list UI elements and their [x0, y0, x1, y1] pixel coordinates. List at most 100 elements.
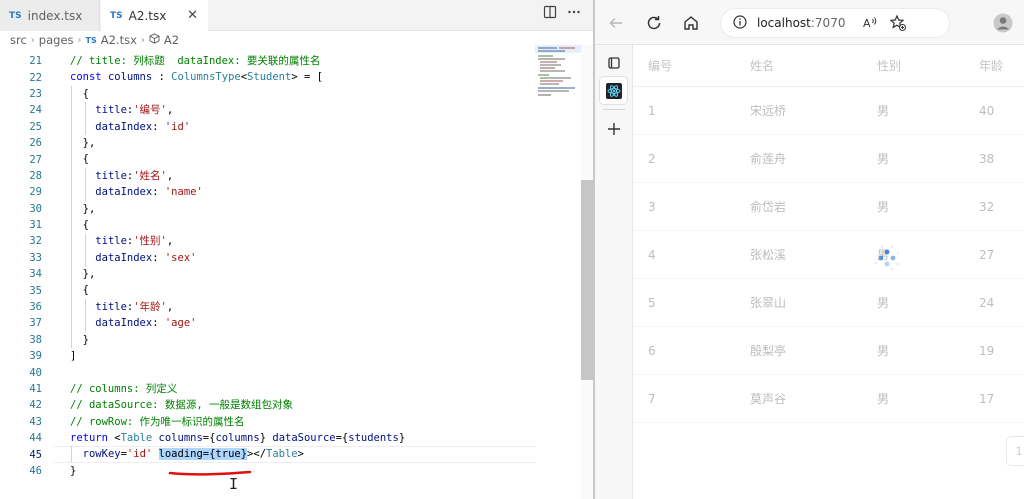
code-text[interactable]: dataIndex: 'age' [70, 315, 196, 331]
code-line[interactable]: 44 return <Table columns={columns} dataSo… [0, 430, 535, 446]
code-line[interactable]: 45 rowKey='id' loading={true}></Table> [0, 446, 535, 464]
line-number: 22 [29, 71, 42, 84]
new-tab-button[interactable] [600, 115, 627, 142]
code-line[interactable]: 26 }, [0, 135, 535, 151]
info-icon[interactable] [733, 14, 747, 33]
profile-avatar[interactable] [992, 12, 1014, 34]
code-line[interactable]: 37 dataIndex: 'age' [0, 315, 535, 331]
code-line[interactable]: 30 }, [0, 201, 535, 217]
table-cell: 男 [877, 344, 890, 358]
code-line[interactable]: 28 title:'姓名', [0, 168, 535, 184]
minimap[interactable] [535, 45, 581, 105]
typescript-icon: TS [110, 11, 123, 21]
table-cell: 38 [979, 151, 995, 166]
table-row: 4 张松溪男 27 [633, 231, 1024, 279]
code-text[interactable]: { [70, 151, 89, 167]
code-token: { [70, 153, 89, 166]
breadcrumb-item[interactable]: src [10, 33, 27, 47]
code-line[interactable]: 25 dataIndex: 'id' [0, 119, 535, 135]
table-cell: 19 [979, 343, 995, 358]
code-text[interactable]: { [70, 86, 89, 102]
favorite-button[interactable] [887, 12, 909, 34]
pagination-page-1[interactable]: 1 [1006, 436, 1024, 466]
breadcrumb-item[interactable]: A2 [164, 33, 179, 47]
code-text[interactable]: }, [70, 135, 96, 151]
split-editor-icon[interactable] [543, 5, 557, 19]
code-token: 'id' [164, 120, 191, 133]
tab-actions-button[interactable] [600, 49, 627, 76]
code-line[interactable]: 43 // rowRow: 作为唯一标识的属性名 [0, 414, 535, 430]
code-line[interactable]: 33 dataIndex: 'sex' [0, 250, 535, 266]
close-icon[interactable]: ✕ [187, 8, 198, 23]
breadcrumb-item[interactable]: A2.tsx [101, 33, 137, 47]
code-token: title [95, 300, 127, 313]
code-text[interactable]: }, [70, 201, 96, 217]
code-text[interactable]: }, [70, 266, 96, 282]
url-text[interactable]: localhost:7070 [757, 16, 845, 30]
code-text[interactable]: } [70, 332, 89, 348]
back-button[interactable] [605, 12, 627, 34]
column-header[interactable]: 年龄 [979, 45, 1003, 86]
tab-a2-tsx[interactable]: TS A2.tsx ✕ [101, 0, 208, 32]
code-token: columns [215, 431, 260, 444]
code-line[interactable]: 29 dataIndex: 'name' [0, 184, 535, 200]
code-text[interactable]: } [70, 463, 76, 479]
code-text[interactable]: return <Table columns={columns} dataSour… [70, 430, 405, 446]
line-number: 23 [29, 87, 42, 100]
code-area[interactable]: 21 // title: 列标题 dataIndex: 要关联的属性名 22 cons… [0, 53, 535, 479]
code-line[interactable]: 32 title:'性别', [0, 233, 535, 249]
column-header[interactable]: 性别 [877, 45, 901, 86]
tab-index-tsx[interactable]: TS index.tsx [0, 0, 100, 31]
breadcrumb-item[interactable]: pages [39, 33, 74, 47]
more-actions-icon[interactable] [567, 5, 581, 19]
refresh-button[interactable] [643, 12, 665, 34]
code-text[interactable]: dataIndex: 'id' [70, 119, 190, 135]
code-line[interactable]: 42 // dataSource: 数据源, 一般是数组包对象 [0, 397, 535, 413]
chevron-right-icon: › [30, 34, 35, 46]
code-line[interactable]: 23 { [0, 86, 535, 102]
code-line[interactable]: 41 // columns: 列定义 [0, 381, 535, 397]
line-number: 29 [29, 186, 42, 199]
home-button[interactable] [680, 12, 702, 34]
read-aloud-button[interactable]: A [859, 12, 881, 34]
code-text[interactable]: rowKey='id' loading={true}></Table> [70, 446, 304, 462]
table-cell: 4 [648, 247, 656, 262]
code-line[interactable]: 31 { [0, 217, 535, 233]
code-text[interactable]: // columns: 列定义 [70, 381, 177, 397]
plus-icon [607, 122, 620, 135]
tab-react-app[interactable] [600, 77, 627, 104]
code-text[interactable]: const columns : ColumnsType<Student> = [ [70, 69, 323, 85]
code-line[interactable]: 34 }, [0, 266, 535, 282]
code-token: , [166, 235, 174, 248]
code-line[interactable]: 36 title:'年龄', [0, 299, 535, 315]
code-line[interactable]: 21 // title: 列标题 dataIndex: 要关联的属性名 [0, 53, 535, 69]
address-bar[interactable]: localhost:7070 [720, 8, 950, 38]
line-number: 39 [29, 350, 42, 363]
code-text[interactable]: { [70, 282, 89, 298]
code-line[interactable]: 24 title:'编号', [0, 102, 535, 118]
code-text[interactable]: dataIndex: 'name' [70, 184, 203, 200]
code-text[interactable]: { [70, 217, 89, 233]
code-line[interactable]: 35 { [0, 282, 535, 298]
code-line[interactable]: 39] [0, 348, 535, 364]
code-text[interactable]: // rowRow: 作为唯一标识的属性名 [70, 414, 245, 430]
code-text[interactable]: // dataSource: 数据源, 一般是数组包对象 [70, 397, 293, 413]
column-header[interactable]: 编号 [648, 45, 672, 86]
column-header[interactable]: 姓名 [750, 45, 774, 86]
code-token: : [152, 317, 165, 330]
code-line[interactable]: 46} [0, 463, 535, 479]
line-number: 34 [29, 268, 42, 281]
code-line[interactable]: 38 } [0, 332, 535, 348]
code-token: : [158, 71, 172, 84]
code-line[interactable]: 40 [0, 364, 535, 380]
table-cell: 张松溪 [750, 248, 787, 262]
code-line[interactable]: 27 { [0, 151, 535, 167]
red-underline-annotation [168, 470, 252, 476]
code-line[interactable]: 22 const columns : ColumnsType<Student> =… [0, 69, 535, 85]
code-text[interactable]: dataIndex: 'sex' [70, 250, 196, 266]
code-token: // title: 列标题 dataIndex: 要关联的属性名 [70, 55, 321, 67]
code-text[interactable]: ] [70, 348, 76, 364]
code-token: rowKey [82, 448, 121, 461]
editor-scrollbar-thumb[interactable] [581, 180, 593, 380]
code-text[interactable]: // title: 列标题 dataIndex: 要关联的属性名 [70, 53, 320, 69]
